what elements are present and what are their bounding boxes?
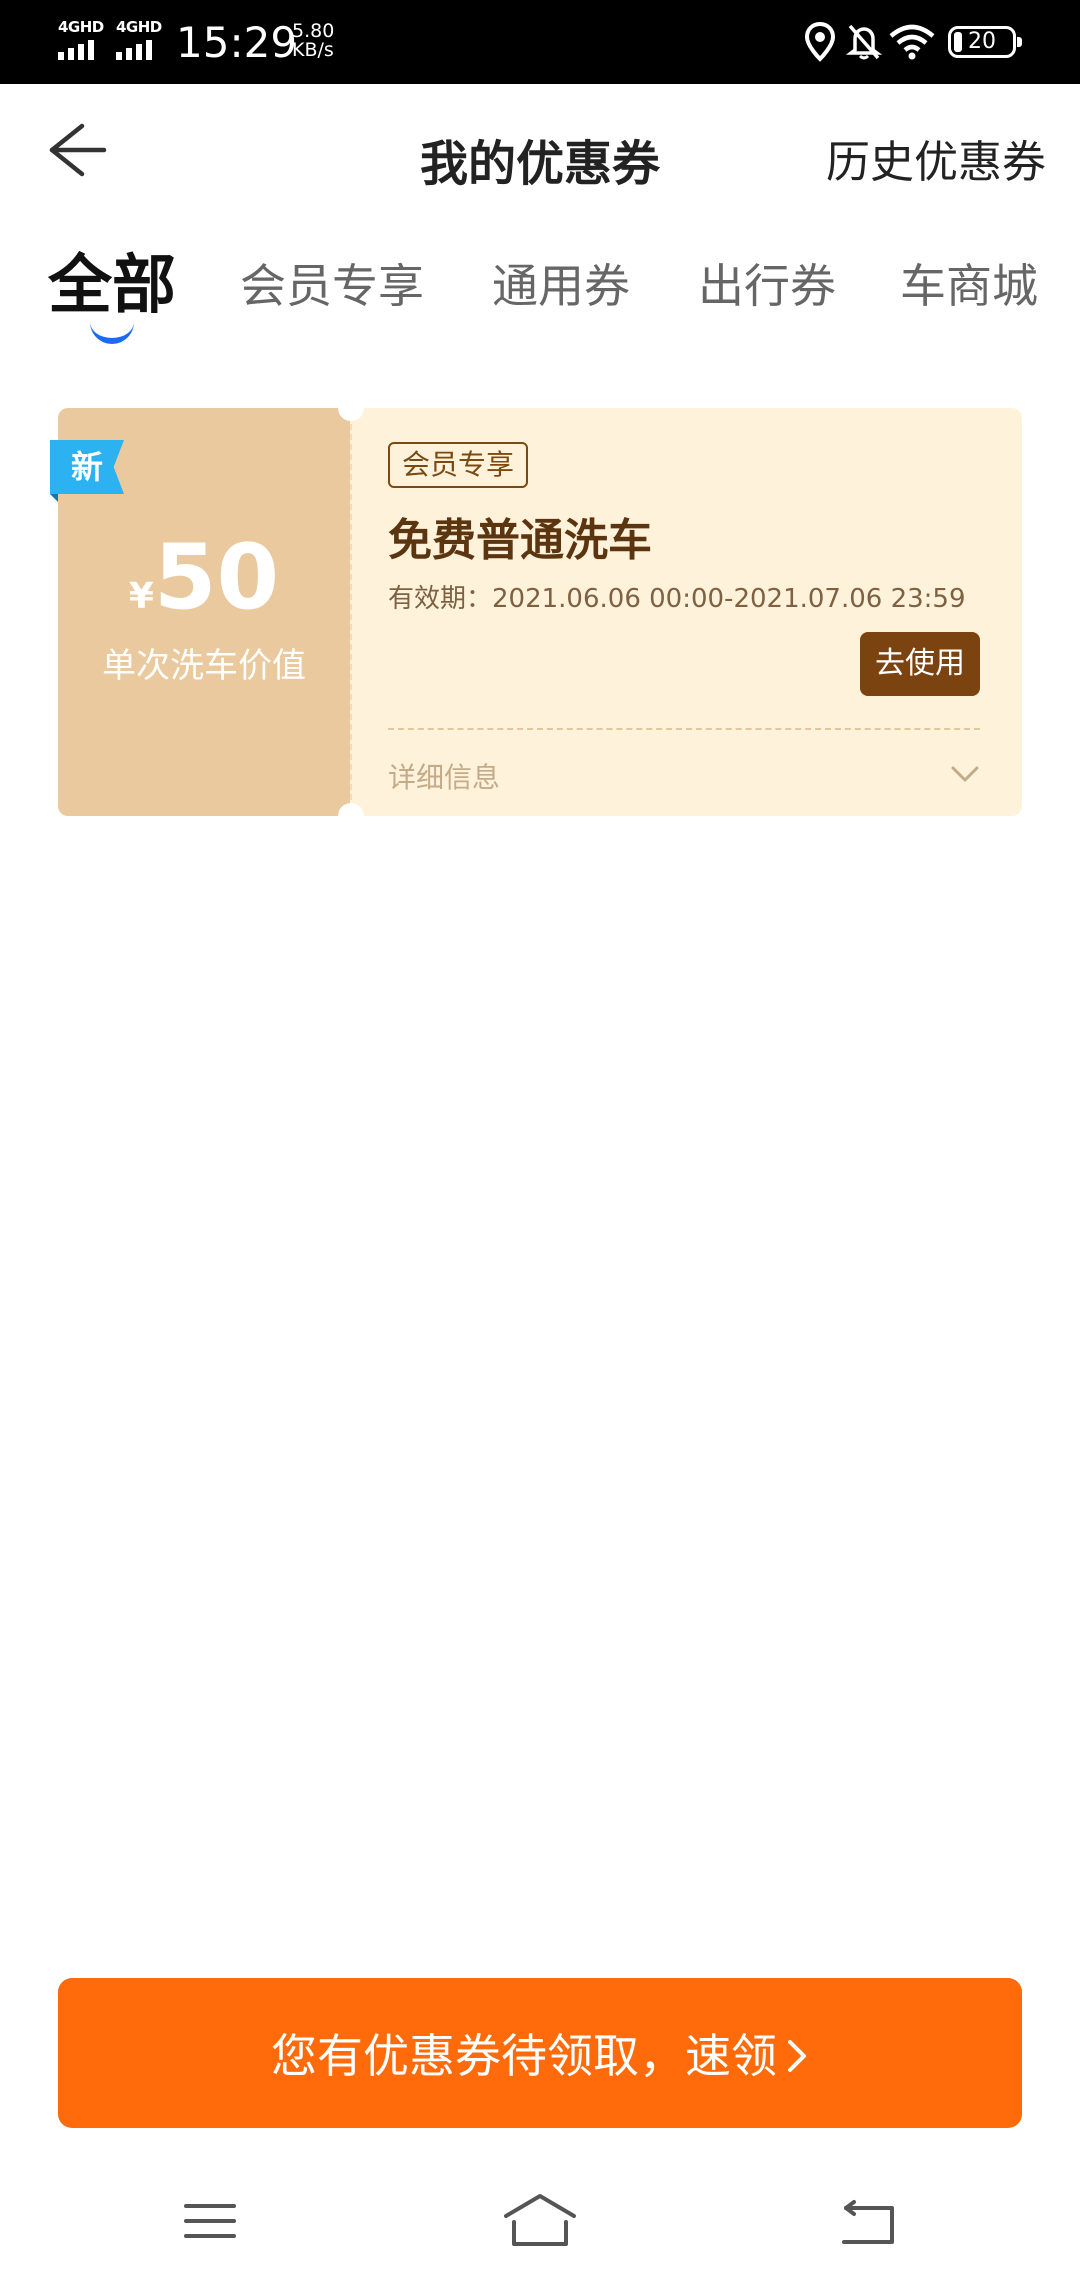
network-type-label: 4GHD: [116, 18, 162, 36]
coupon-card: ¥50 单次洗车价值 新 会员专享 免费普通洗车 有效期：2021.06.06 …: [50, 395, 1022, 829]
new-badge: 新: [50, 440, 124, 494]
tab-general[interactable]: 通用券: [492, 250, 630, 316]
location-icon: [804, 22, 836, 62]
ticket-notch: [338, 395, 364, 421]
chevron-right-icon: [788, 2040, 806, 2072]
home-icon[interactable]: [500, 2186, 580, 2256]
signal-icon: 4GHD: [116, 18, 168, 62]
card-divider: [388, 728, 980, 730]
amount-description: 单次洗车价值: [102, 646, 306, 686]
member-exclusive-tag: 会员专享: [388, 442, 529, 488]
signal-icon: 4GHD: [58, 18, 110, 62]
network-speed: 5.80 KB/s: [292, 22, 334, 60]
use-coupon-button[interactable]: 去使用: [860, 632, 980, 696]
history-coupons-link[interactable]: 历史优惠券: [826, 126, 1046, 190]
tab-car-mall[interactable]: 车商城: [900, 250, 1038, 316]
currency-symbol: ¥: [128, 576, 154, 617]
active-tab-indicator: [90, 322, 134, 344]
badge-fold: [50, 494, 58, 502]
system-navigation-bar: [0, 2160, 1080, 2280]
ticket-notch: [338, 803, 364, 829]
details-toggle[interactable]: 详细信息: [388, 756, 500, 796]
status-bar: 4GHD 4GHD 15:29 5.80 KB/s 20: [0, 0, 1080, 84]
claim-coupons-banner[interactable]: 您有优惠券待领取，速领: [58, 1978, 1022, 2128]
perforation-line: [350, 424, 352, 800]
coupon-info-panel: 会员专享 免费普通洗车 有效期：2021.06.06 00:00-2021.07…: [350, 408, 1022, 816]
network-type-label: 4GHD: [58, 18, 104, 36]
tab-member-exclusive[interactable]: 会员专享: [240, 250, 424, 316]
chevron-down-icon[interactable]: [950, 762, 980, 786]
tab-all[interactable]: 全部: [48, 234, 176, 326]
tab-bar: 全部 会员专享 通用券 出行券 车商城: [0, 230, 1080, 350]
menu-icon[interactable]: [170, 2186, 250, 2256]
coupon-name: 免费普通洗车: [388, 515, 652, 566]
tab-travel[interactable]: 出行券: [698, 250, 836, 316]
battery-icon: 20: [948, 26, 1022, 58]
claim-banner-text: 您有优惠券待领取，速领: [271, 2029, 777, 2083]
header: 我的优惠券 历史优惠券: [0, 84, 1080, 214]
battery-level: 20: [968, 29, 996, 54]
screen: 4GHD 4GHD 15:29 5.80 KB/s 20 我的优惠券 历史优惠券…: [0, 0, 1080, 2280]
status-time: 15:29: [176, 18, 298, 67]
coupon-amount: ¥50: [58, 528, 350, 628]
wifi-icon: [889, 24, 935, 60]
network-speed-unit: KB/s: [292, 39, 334, 61]
validity-period: 有效期：2021.06.06 00:00-2021.07.06 23:59: [388, 584, 966, 614]
amount-value: 50: [153, 525, 280, 630]
bell-muted-icon: [846, 24, 882, 60]
back-nav-icon[interactable]: [830, 2186, 910, 2256]
